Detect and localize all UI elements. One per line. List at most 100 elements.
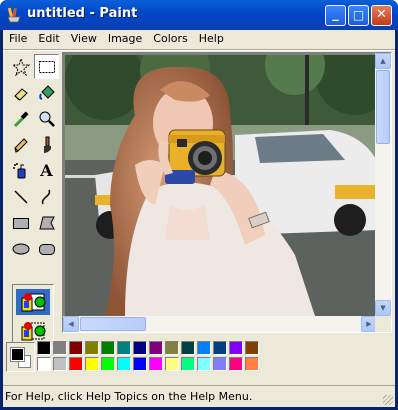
menu-help[interactable]: Help: [193, 30, 229, 49]
scroll-down-button[interactable]: ▼: [375, 300, 391, 316]
eraser-icon: [13, 87, 28, 101]
vertical-scrollbar[interactable]: ▲ ▼: [375, 53, 391, 316]
palette-swatch[interactable]: [197, 341, 211, 355]
pencil-tool[interactable]: [8, 132, 33, 157]
current-colors[interactable]: [6, 342, 35, 372]
rounded-rectangle-tool[interactable]: [34, 236, 59, 261]
arrow-right-icon: ▶: [366, 320, 372, 328]
menu-image[interactable]: Image: [102, 30, 147, 49]
palette-swatch[interactable]: [245, 341, 259, 355]
free-form-select-icon: [11, 57, 30, 76]
palette-swatch[interactable]: [245, 357, 259, 371]
menu-bar: File Edit View Image Colors Help: [3, 30, 395, 49]
palette-swatch[interactable]: [149, 341, 163, 355]
rectangle-tool[interactable]: [8, 210, 33, 235]
scroll-left-button[interactable]: ◀: [63, 316, 79, 332]
status-bar: For Help, click Help Topics on the Help …: [3, 385, 395, 407]
palette-swatch[interactable]: [229, 341, 243, 355]
close-icon: ✕: [376, 7, 387, 22]
palette-swatch[interactable]: [117, 357, 131, 371]
palette-swatch[interactable]: [85, 341, 99, 355]
status-text: For Help, click Help Topics on the Help …: [5, 390, 253, 403]
ellipse-icon: [12, 243, 29, 254]
paint-app-icon: [7, 7, 21, 23]
palette-swatch[interactable]: [133, 341, 147, 355]
palette-swatch[interactable]: [37, 357, 51, 371]
palette-swatch[interactable]: [165, 357, 179, 371]
text-A-icon: A: [40, 161, 53, 180]
menu-file[interactable]: File: [3, 30, 32, 49]
menu-view[interactable]: View: [65, 30, 102, 49]
text-tool[interactable]: A: [34, 158, 59, 183]
maximize-icon: □: [352, 8, 365, 22]
rectangle-icon: [12, 217, 29, 229]
rect-select-icon: [38, 60, 55, 73]
palette-swatch[interactable]: [133, 357, 147, 371]
opaque-selection-icon: [21, 293, 46, 312]
palette-swatch[interactable]: [213, 357, 227, 371]
rounded-rect-icon: [38, 243, 55, 255]
window-frame: File Edit View Image Colors Help A ▲ ▼ ◀…: [3, 30, 395, 407]
curve-tool[interactable]: [34, 184, 59, 209]
eraser-tool[interactable]: [8, 80, 33, 105]
eyedropper-icon: [13, 110, 29, 127]
curve-icon: [41, 189, 50, 204]
arrow-left-icon: ◀: [68, 320, 74, 328]
photo-girl-with-camera: [65, 55, 379, 316]
ellipse-tool[interactable]: [8, 236, 33, 261]
polygon-tool[interactable]: [34, 210, 59, 235]
menu-edit[interactable]: Edit: [32, 30, 64, 49]
minimize-icon: _: [332, 7, 339, 22]
palette-swatch[interactable]: [101, 357, 115, 371]
palette-swatch[interactable]: [213, 341, 227, 355]
title-bar[interactable]: untitled - Paint _ □ ✕: [0, 0, 398, 30]
palette-swatch[interactable]: [117, 341, 131, 355]
color-box: [3, 336, 395, 384]
palette-swatch[interactable]: [53, 357, 67, 371]
arrow-up-icon: ▲: [380, 57, 386, 65]
opaque-selection-option[interactable]: [16, 289, 50, 315]
close-button[interactable]: ✕: [371, 5, 392, 26]
palette-swatch[interactable]: [181, 357, 195, 371]
select-tool[interactable]: [34, 54, 59, 79]
palette-swatch[interactable]: [53, 341, 67, 355]
horizontal-scroll-thumb[interactable]: [80, 317, 146, 331]
brush-tool[interactable]: [34, 132, 59, 157]
scroll-up-button[interactable]: ▲: [375, 53, 391, 69]
brush-icon: [43, 136, 51, 153]
menu-separator: [3, 49, 395, 51]
palette-swatch[interactable]: [69, 341, 83, 355]
foreground-color-swatch[interactable]: [10, 347, 25, 362]
line-tool[interactable]: [8, 184, 33, 209]
palette-swatch[interactable]: [229, 357, 243, 371]
palette-swatch[interactable]: [165, 341, 179, 355]
paint-window: untitled - Paint _ □ ✕ File Edit View Im…: [0, 0, 398, 410]
horizontal-scrollbar[interactable]: ◀ ▶: [63, 316, 377, 332]
free-form-select-tool[interactable]: [8, 54, 33, 79]
scrollbar-corner: [375, 316, 391, 332]
fill-tool[interactable]: [34, 80, 59, 105]
tool-box: A: [5, 52, 61, 348]
resize-grip[interactable]: [383, 395, 393, 405]
minimize-button[interactable]: _: [325, 5, 346, 26]
canvas-area: ▲ ▼ ◀ ▶: [62, 52, 392, 333]
airbrush-tool[interactable]: [8, 158, 33, 183]
palette-swatch[interactable]: [181, 341, 195, 355]
palette-swatch[interactable]: [69, 357, 83, 371]
canvas-image[interactable]: [65, 55, 379, 316]
pick-color-tool[interactable]: [8, 106, 33, 131]
palette-swatch[interactable]: [101, 341, 115, 355]
magnifier-tool[interactable]: [34, 106, 59, 131]
line-icon: [13, 189, 28, 204]
palette-swatch[interactable]: [37, 341, 51, 355]
magnifier-icon: [39, 111, 55, 127]
palette-swatch[interactable]: [197, 357, 211, 371]
palette-swatch[interactable]: [149, 357, 163, 371]
airbrush-icon: [12, 162, 25, 178]
vertical-scroll-thumb[interactable]: [376, 70, 390, 144]
menu-colors[interactable]: Colors: [147, 30, 192, 49]
maximize-button[interactable]: □: [348, 5, 369, 26]
window-title: untitled - Paint: [27, 6, 138, 21]
pencil-icon: [13, 137, 28, 153]
palette-swatch[interactable]: [85, 357, 99, 371]
